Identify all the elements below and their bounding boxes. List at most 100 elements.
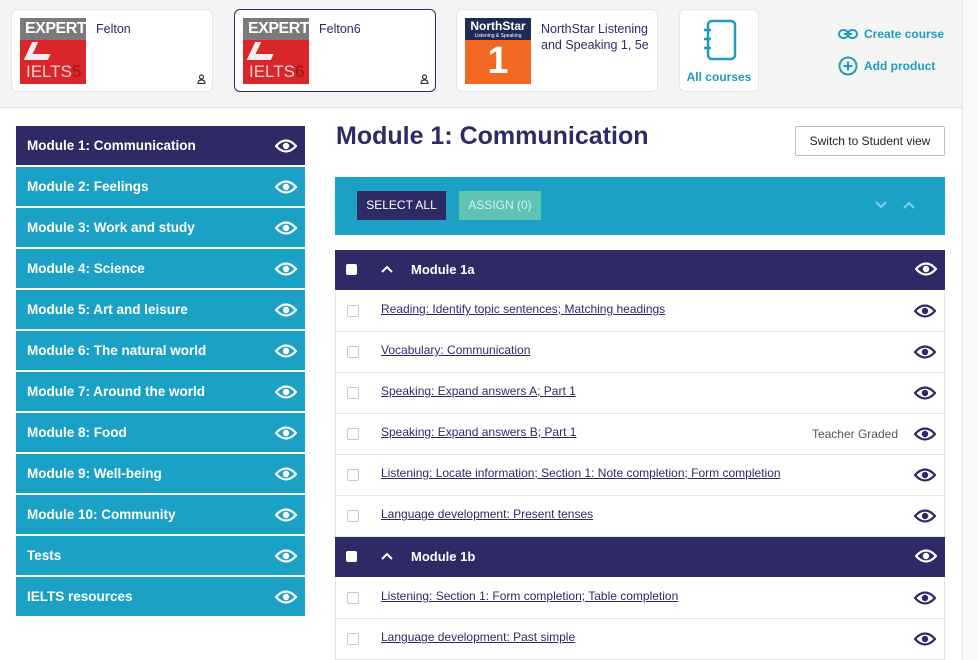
sidebar-item-module[interactable]: Module 10: Community [16, 495, 305, 534]
course-cover-northstar-1: NorthStar Listening & Speaking 1 [465, 18, 531, 84]
sidebar-item-module[interactable]: Module 8: Food [16, 413, 305, 452]
page-scrollbar[interactable] [962, 0, 978, 660]
module-sidebar: Module 1: Communication Module 2: Feeling… [16, 126, 305, 618]
sidebar-item-module[interactable]: Module 3: Work and study [16, 208, 305, 247]
sidebar-item-module[interactable]: Module 2: Feelings [16, 167, 305, 206]
visibility-eye-icon[interactable] [275, 302, 297, 317]
activity-link[interactable]: Vocabulary: Communication [381, 343, 530, 357]
visibility-eye-icon[interactable] [914, 591, 936, 605]
visibility-eye-icon[interactable] [915, 549, 937, 563]
switch-student-view-button[interactable]: Switch to Student view [795, 126, 945, 156]
activity-link[interactable]: Language development: Past simple [381, 630, 575, 644]
visibility-eye-icon[interactable] [914, 632, 936, 646]
person-icon [420, 74, 429, 87]
create-course-link[interactable]: Create course [838, 27, 944, 41]
chevron-up-icon[interactable] [902, 198, 916, 212]
visibility-eye-icon[interactable] [914, 468, 936, 482]
activity-list: Module 1a Reading: Identify topic sentenc… [335, 250, 945, 660]
assign-button[interactable]: ASSIGN (0) [459, 191, 541, 220]
cover-band-text: EXPERT [20, 18, 86, 40]
create-course-label: Create course [864, 27, 945, 41]
sidebar-item-module[interactable]: Module 9: Well-being [16, 454, 305, 493]
sidebar-item-module[interactable]: Module 7: Around the world [16, 372, 305, 411]
activity-row: Vocabulary: Communication [335, 332, 945, 373]
group-title: Module 1b [411, 549, 476, 564]
activity-link[interactable]: Listening: Section 1: Form completion; T… [381, 589, 678, 603]
sidebar-item-label: Module 3: Work and study [27, 220, 195, 235]
activity-link[interactable]: Speaking: Expand answers B; Part 1 [381, 425, 576, 439]
collapse-caret-icon[interactable] [381, 550, 393, 562]
group-header-row[interactable]: Module 1a [335, 250, 945, 290]
course-title: Felton [96, 22, 131, 36]
group-header-row[interactable]: Module 1b [335, 537, 945, 577]
visibility-eye-icon[interactable] [275, 220, 297, 235]
visibility-eye-icon[interactable] [275, 548, 297, 563]
activity-checkbox[interactable] [347, 428, 359, 440]
activity-link[interactable]: Speaking: Expand answers A; Part 1 [381, 384, 576, 398]
sidebar-item-label: IELTS resources [27, 589, 133, 604]
activity-row: Speaking: Expand answers B; Part 1 Teache… [335, 414, 945, 455]
activity-checkbox[interactable] [347, 592, 359, 604]
visibility-eye-icon[interactable] [275, 466, 297, 481]
sidebar-item-label: Module 6: The natural world [27, 343, 207, 358]
activity-checkbox[interactable] [347, 387, 359, 399]
visibility-eye-icon[interactable] [914, 345, 936, 359]
activity-row: Speaking: Expand answers A; Part 1 [335, 373, 945, 414]
visibility-eye-icon[interactable] [914, 509, 936, 523]
visibility-eye-icon[interactable] [275, 384, 297, 399]
grading-note: Teacher Graded [811, 427, 898, 441]
chevron-down-icon[interactable] [874, 198, 888, 212]
activity-row: Listening: Section 1: Form completion; T… [335, 578, 945, 619]
activity-link[interactable]: Language development: Present tenses [381, 507, 593, 521]
activity-checkbox[interactable] [347, 510, 359, 522]
visibility-eye-icon[interactable] [275, 261, 297, 276]
cover-brand-text: IELTS6 [249, 62, 305, 81]
course-cover-expert-ielts-6: EXPERT IELTS6 [243, 18, 309, 84]
activity-checkbox[interactable] [347, 633, 359, 645]
activity-checkbox[interactable] [347, 469, 359, 481]
activity-row: Reading: Identify topic sentences; Match… [335, 291, 945, 332]
activity-link[interactable]: Listening: Locate information; Section 1… [381, 466, 781, 480]
visibility-eye-icon[interactable] [914, 386, 936, 400]
sidebar-item-label: Module 4: Science [27, 261, 145, 276]
cover-band-text: EXPERT [243, 18, 309, 40]
sidebar-item-label: Module 1: Communication [27, 138, 196, 153]
visibility-eye-icon[interactable] [275, 343, 297, 358]
cover-logo-shape [246, 42, 280, 60]
sidebar-item-module[interactable]: Module 5: Art and leisure [16, 290, 305, 329]
activity-checkbox[interactable] [347, 305, 359, 317]
action-bar: SELECT ALL ASSIGN (0) [335, 177, 945, 235]
collapse-caret-icon[interactable] [381, 263, 393, 275]
group-checkbox[interactable] [346, 551, 357, 562]
cover-logo-shape [23, 42, 57, 60]
course-card-northstar[interactable]: NorthStar Listening & Speaking 1 NorthSta… [456, 9, 658, 92]
course-title: Felton6 [319, 22, 361, 36]
sidebar-item-label: Tests [27, 548, 62, 563]
sidebar-item-module[interactable]: Module 4: Science [16, 249, 305, 288]
visibility-eye-icon[interactable] [275, 507, 297, 522]
sidebar-item-label: Module 5: Art and leisure [27, 302, 188, 317]
visibility-eye-icon[interactable] [275, 425, 297, 440]
sidebar-item-label: Module 7: Around the world [27, 384, 205, 399]
activity-row: Language development: Present tenses [335, 496, 945, 537]
visibility-eye-icon[interactable] [275, 179, 297, 194]
activity-link[interactable]: Reading: Identify topic sentences; Match… [381, 302, 665, 316]
visibility-eye-icon[interactable] [275, 138, 297, 153]
sidebar-item-module[interactable]: Module 6: The natural world [16, 331, 305, 370]
sidebar-item-label: Module 10: Community [27, 507, 176, 522]
course-card-felton6[interactable]: EXPERT IELTS6 Felton6 [234, 9, 436, 92]
visibility-eye-icon[interactable] [915, 262, 937, 276]
group-checkbox[interactable] [346, 264, 357, 275]
course-card-felton[interactable]: EXPERT IELTS5 Felton [11, 9, 213, 92]
sidebar-item-module[interactable]: Tests [16, 536, 305, 575]
link-icon [838, 29, 858, 39]
visibility-eye-icon[interactable] [914, 427, 936, 441]
sidebar-item-module[interactable]: Module 1: Communication [16, 126, 305, 165]
visibility-eye-icon[interactable] [275, 589, 297, 604]
activity-checkbox[interactable] [347, 346, 359, 358]
sidebar-item-module[interactable]: IELTS resources [16, 577, 305, 616]
add-product-link[interactable]: Add product [838, 56, 935, 76]
all-courses-button[interactable]: All courses [679, 9, 759, 92]
visibility-eye-icon[interactable] [914, 304, 936, 318]
select-all-button[interactable]: SELECT ALL [357, 191, 446, 220]
